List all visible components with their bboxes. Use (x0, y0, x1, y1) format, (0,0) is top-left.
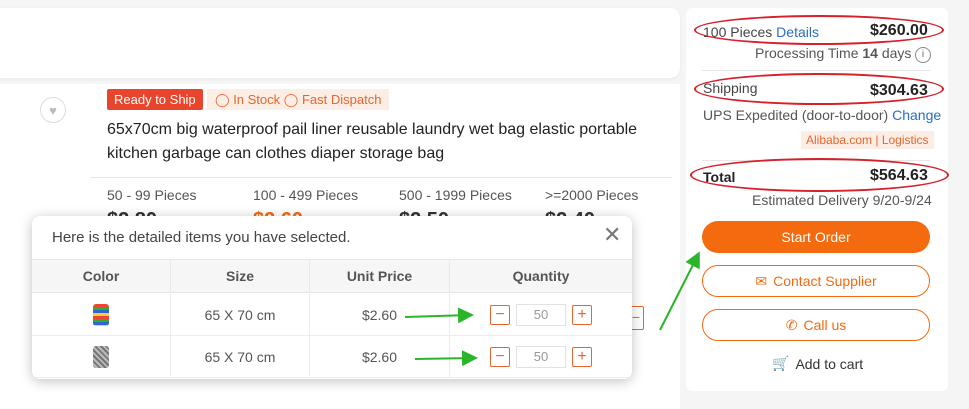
quantity-input[interactable] (516, 345, 566, 368)
annotation-oval (694, 73, 944, 105)
start-order-button[interactable]: Start Order (702, 221, 930, 253)
increase-button[interactable]: + (572, 346, 592, 367)
unit-price-cell: $2.60 (310, 336, 450, 378)
size-cell: 65 X 70 cm (171, 336, 310, 378)
envelope-icon: ✉ (755, 272, 768, 289)
multicolor-bag-icon (93, 303, 109, 326)
unit-price-cell: $2.60 (310, 294, 450, 336)
grey-bag-icon (93, 345, 109, 368)
check-circle-icon: ◯ (283, 92, 299, 107)
logistics-badge: Alibaba.com | Logistics (801, 131, 934, 149)
ready-to-ship-badge: Ready to Ship (107, 89, 203, 110)
processing-unit: days (881, 45, 912, 61)
decrease-button[interactable]: − (490, 304, 510, 325)
column-header: Quantity (450, 259, 632, 293)
column-header: Unit Price (310, 259, 450, 293)
column-header: Color (32, 259, 171, 293)
fast-dispatch-label: Fast Dispatch (301, 92, 382, 107)
in-stock-label: In Stock (233, 92, 281, 107)
quantity-cell: − + (450, 336, 632, 378)
change-link[interactable]: Change (892, 107, 941, 123)
processing-label: Processing Time (755, 45, 859, 61)
close-icon[interactable]: ✕ (603, 224, 621, 246)
cart-icon: 🛒 (772, 355, 790, 371)
stock-badge: ◯ In Stock ◯ Fast Dispatch (207, 89, 390, 110)
annotation-oval (690, 158, 949, 192)
tier-label: 50 - 99 Pieces (107, 187, 197, 203)
top-card (0, 8, 680, 78)
estimated-delivery: Estimated Delivery 9/20-9/24 (752, 192, 932, 208)
favorite-heart-icon[interactable]: ♥ (40, 97, 66, 123)
call-us-button[interactable]: ✆ Call us (702, 309, 930, 341)
processing-days: 14 (862, 45, 878, 61)
quantity-cell: − + (450, 294, 632, 336)
selected-items-popup: Here is the detailed items you have sele… (32, 216, 632, 379)
tier-label: 500 - 1999 Pieces (399, 187, 512, 203)
check-circle-icon: ◯ (215, 92, 230, 107)
color-cell (32, 294, 171, 336)
decrease-button[interactable]: − (490, 346, 510, 367)
column-header: Size (171, 259, 310, 293)
product-title: 65x70cm big waterproof pail liner reusab… (107, 121, 638, 162)
info-icon[interactable]: i (915, 47, 931, 63)
add-to-cart-label: Add to cart (795, 355, 864, 372)
phone-icon: ✆ (785, 316, 798, 333)
tier-label: 100 - 499 Pieces (253, 187, 359, 203)
increase-button[interactable]: + (572, 304, 592, 325)
divider (702, 70, 930, 71)
shipping-method-label: UPS Expedited (door-to-door) (703, 107, 889, 123)
processing-time: Processing Time 14 days (755, 45, 911, 61)
annotation-oval (694, 15, 944, 45)
call-us-label: Call us (803, 317, 847, 333)
quantity-stepper: − + (490, 303, 592, 326)
contact-supplier-label: Contact Supplier (773, 273, 877, 289)
contact-supplier-button[interactable]: ✉ Contact Supplier (702, 265, 930, 297)
color-cell (32, 336, 171, 378)
shipping-method: UPS Expedited (door-to-door) Change (703, 107, 941, 123)
quantity-input[interactable] (516, 303, 566, 326)
tier-label: >=2000 Pieces (545, 187, 639, 203)
quantity-stepper: − + (490, 345, 592, 368)
size-cell: 65 X 70 cm (171, 294, 310, 336)
add-to-cart-link[interactable]: 🛒 Add to cart (772, 355, 863, 372)
popup-title: Here is the detailed items you have sele… (52, 229, 351, 246)
divider (90, 177, 672, 178)
